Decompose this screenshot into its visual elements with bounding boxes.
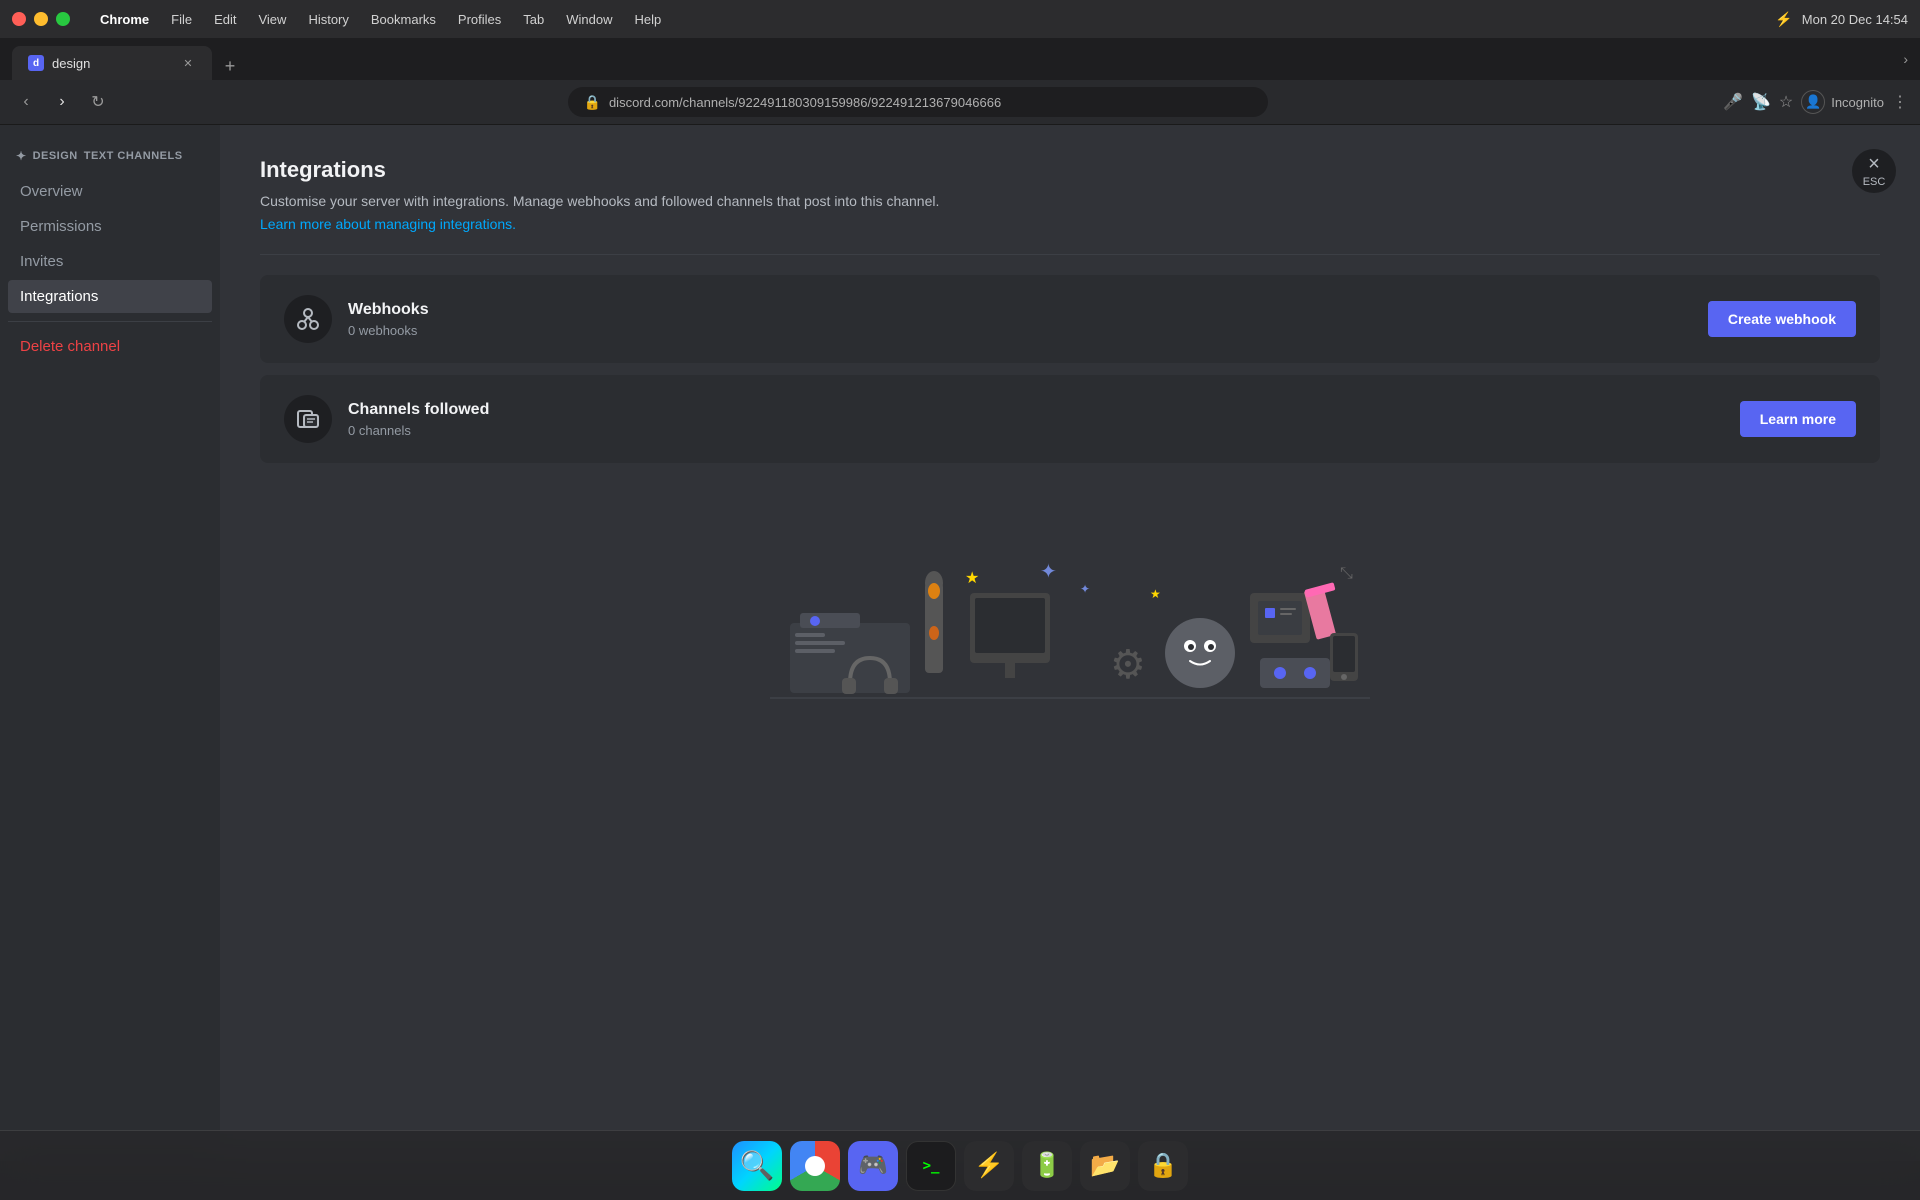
svg-text:✦: ✦ — [1080, 582, 1090, 596]
traffic-lights — [12, 12, 70, 26]
page-description: Customise your server with integrations.… — [260, 191, 1880, 212]
dock: 🔍 🎮 >_ ⚡ 🔋 📂 🔒 — [0, 1130, 1920, 1200]
sidebar: ✦ DESIGN TEXT CHANNELS Overview Permissi… — [0, 125, 220, 1161]
maximize-traffic-light[interactable] — [56, 12, 70, 26]
sidebar-label-overview: Overview — [20, 183, 83, 200]
address-bar: ‹ › ↻ 🔒 discord.com/channels/92249118030… — [0, 80, 1920, 124]
back-button[interactable]: ‹ — [12, 88, 40, 116]
channels-followed-icon — [284, 395, 332, 443]
mac-time: Mon 20 Dec 14:54 — [1802, 12, 1908, 27]
menu-view[interactable]: View — [248, 8, 296, 31]
channels-followed-info: Channels followed 0 channels — [348, 401, 1724, 438]
new-tab-button[interactable]: + — [216, 52, 244, 80]
minimize-traffic-light[interactable] — [34, 12, 48, 26]
hash-icon: ✦ — [16, 149, 27, 163]
webhook-icon — [284, 295, 332, 343]
sidebar-divider — [8, 321, 212, 322]
svg-text:⤡: ⤡ — [1340, 565, 1353, 582]
create-webhook-button[interactable]: Create webhook — [1708, 301, 1856, 337]
menu-tab[interactable]: Tab — [513, 8, 554, 31]
active-tab[interactable]: d design ✕ — [12, 46, 212, 80]
sidebar-label-permissions: Permissions — [20, 218, 102, 235]
webhook-info: Webhooks 0 webhooks — [348, 301, 1692, 338]
close-icon: × — [1868, 154, 1880, 174]
battery-icon: ⚡ — [1776, 11, 1792, 27]
svg-text:⚙: ⚙ — [1110, 643, 1146, 687]
sidebar-item-integrations[interactable]: Integrations — [8, 280, 212, 313]
incognito-badge: 👤 Incognito — [1801, 90, 1884, 114]
sidebar-item-overview[interactable]: Overview — [8, 175, 212, 208]
incognito-icon: 👤 — [1801, 90, 1825, 114]
mac-menu: Chrome File Edit View History Bookmarks … — [90, 8, 671, 31]
page-title: Integrations — [260, 157, 1880, 183]
dock-item-discord[interactable]: 🎮 — [848, 1141, 898, 1191]
main-content: ✦ DESIGN TEXT CHANNELS Overview Permissi… — [0, 125, 1920, 1161]
sidebar-header: ✦ DESIGN TEXT CHANNELS — [8, 141, 212, 175]
lock-icon: 🔒 — [584, 94, 601, 111]
dock-item-app1[interactable]: ⚡ — [964, 1141, 1014, 1191]
svg-text:★: ★ — [965, 570, 979, 587]
incognito-label: Incognito — [1831, 95, 1884, 110]
tab-favicon: d — [28, 55, 44, 71]
webhooks-card: Webhooks 0 webhooks Create webhook — [260, 275, 1880, 363]
address-bar-right: 🎤 📡 ☆ 👤 Incognito ⋮ — [1723, 90, 1908, 114]
dock-item-app4[interactable]: 🔒 — [1138, 1141, 1188, 1191]
sidebar-label-invites: Invites — [20, 253, 63, 270]
channels-followed-name: Channels followed — [348, 401, 1724, 419]
mac-title-right: ⚡ Mon 20 Dec 14:54 — [1776, 11, 1908, 27]
menu-profiles[interactable]: Profiles — [448, 8, 511, 31]
illustration-area: ★ ★ ✦ ✦ ⚙ — [260, 503, 1880, 703]
sidebar-item-permissions[interactable]: Permissions — [8, 210, 212, 243]
close-button[interactable]: × ESC — [1852, 149, 1896, 193]
webhook-count: 0 webhooks — [348, 323, 1692, 338]
sidebar-channel-type: TEXT CHANNELS — [84, 150, 183, 162]
menu-edit[interactable]: Edit — [204, 8, 246, 31]
menu-bookmarks[interactable]: Bookmarks — [361, 8, 446, 31]
close-traffic-light[interactable] — [12, 12, 26, 26]
dock-item-chrome[interactable] — [790, 1141, 840, 1191]
illustration-svg: ★ ★ ✦ ✦ ⚙ — [770, 503, 1370, 703]
channels-followed-count: 0 channels — [348, 423, 1724, 438]
menu-icon[interactable]: ⋮ — [1892, 92, 1908, 112]
browser-chrome: d design ✕ + › ‹ › ↻ 🔒 discord.com/chann… — [0, 38, 1920, 125]
sidebar-item-delete-channel[interactable]: Delete channel — [8, 330, 212, 363]
dock-item-terminal[interactable]: >_ — [906, 1141, 956, 1191]
sidebar-label-delete: Delete channel — [20, 338, 120, 355]
channels-followed-card: Channels followed 0 channels Learn more — [260, 375, 1880, 463]
bookmark-icon[interactable]: ☆ — [1779, 92, 1793, 112]
tab-close-button[interactable]: ✕ — [180, 55, 196, 71]
svg-text:★: ★ — [1150, 587, 1161, 601]
dock-item-app3[interactable]: 📂 — [1080, 1141, 1130, 1191]
menu-window[interactable]: Window — [556, 8, 622, 31]
section-divider — [260, 254, 1880, 255]
webhook-name: Webhooks — [348, 301, 1692, 319]
dock-item-finder[interactable]: 🔍 — [732, 1141, 782, 1191]
esc-label: ESC — [1863, 176, 1886, 188]
reload-button[interactable]: ↻ — [84, 88, 112, 116]
tab-bar: d design ✕ + › — [0, 38, 1920, 80]
url-bar[interactable]: 🔒 discord.com/channels/92249118030915998… — [568, 87, 1268, 117]
svg-text:✦: ✦ — [1040, 561, 1057, 583]
learn-more-link[interactable]: Learn more about managing integrations. — [260, 216, 516, 232]
mac-titlebar: Chrome File Edit View History Bookmarks … — [0, 0, 1920, 38]
sidebar-label-integrations: Integrations — [20, 288, 98, 305]
mac-icons: ⚡ Mon 20 Dec 14:54 — [1776, 11, 1908, 27]
menu-chrome[interactable]: Chrome — [90, 8, 159, 31]
mic-icon[interactable]: 🎤 — [1723, 92, 1743, 112]
menu-history[interactable]: History — [298, 8, 358, 31]
sidebar-server-name: DESIGN — [33, 150, 78, 162]
menu-file[interactable]: File — [161, 8, 202, 31]
cast-icon[interactable]: 📡 — [1751, 92, 1771, 112]
menu-help[interactable]: Help — [625, 8, 672, 31]
sidebar-item-invites[interactable]: Invites — [8, 245, 212, 278]
dock-item-app2[interactable]: 🔋 — [1022, 1141, 1072, 1191]
url-text: discord.com/channels/922491180309159986/… — [609, 95, 1252, 110]
tab-title: design — [52, 56, 172, 71]
learn-more-button[interactable]: Learn more — [1740, 401, 1856, 437]
forward-button[interactable]: › — [48, 88, 76, 116]
main-panel: × ESC Integrations Customise your server… — [220, 125, 1920, 1161]
tab-strip-right: › — [1903, 51, 1908, 67]
